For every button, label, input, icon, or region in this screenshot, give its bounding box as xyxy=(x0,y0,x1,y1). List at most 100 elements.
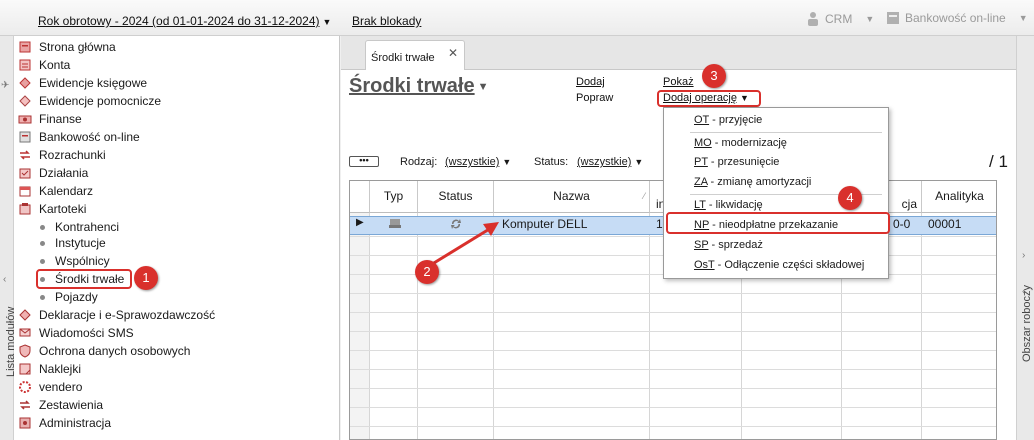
nav-item-ewidencje-pomocnicze[interactable]: Ewidencje pomocnicze xyxy=(18,92,161,110)
nav-item-vendero[interactable]: vendero xyxy=(18,378,82,396)
chevron-right-icon[interactable]: › xyxy=(1022,250,1025,261)
chevron-down-icon: ▼ xyxy=(1018,13,1028,23)
grid-line xyxy=(350,388,996,389)
nav-item-ochrona-danych[interactable]: Ochrona danych osobowych xyxy=(18,342,190,360)
show-link[interactable]: Pokaż xyxy=(663,76,694,88)
nav-item-deklaracje[interactable]: Deklaracje i e-Sprawozdawczość xyxy=(18,306,215,324)
nav-label: Wspólnicy xyxy=(55,254,110,268)
nav-item-rozrachunki[interactable]: Rozrachunki xyxy=(18,146,106,164)
nav-item-naklejki[interactable]: Naklejki xyxy=(18,360,81,378)
pin-icon[interactable]: ✈ xyxy=(1,80,9,91)
crm-label: CRM xyxy=(825,12,853,26)
crm-menu[interactable]: CRM ▼ xyxy=(806,11,874,27)
nav-item-strona-glowna[interactable]: Strona główna xyxy=(18,38,116,56)
reports-icon xyxy=(18,398,32,412)
nav-item-ewidencje-ksiegowe[interactable]: Ewidencje księgowe xyxy=(18,74,147,92)
chevron-left-icon[interactable]: ‹ xyxy=(3,274,6,285)
nav-label: Konta xyxy=(39,58,71,72)
nav-item-konta[interactable]: Konta xyxy=(18,56,70,74)
status-filter-label: Status: xyxy=(534,156,569,168)
nav-item-administracja[interactable]: Administracja xyxy=(18,414,111,432)
annotation-badge-2: 2 xyxy=(415,260,439,284)
highlight-add-operation xyxy=(657,90,761,107)
menu-item-text: - przyjęcie xyxy=(709,114,763,126)
lock-status-link[interactable]: Brak blokady xyxy=(352,14,421,28)
nav-item-kartoteki[interactable]: Kartoteki xyxy=(18,200,86,218)
bullet-icon xyxy=(40,258,45,264)
status-filter-value: (wszystkie) xyxy=(577,156,632,168)
nav-item-finanse[interactable]: Finanse xyxy=(18,110,82,128)
chevron-down-icon: ▼ xyxy=(322,17,332,27)
grid-column-nazwa xyxy=(494,213,650,439)
grid-line xyxy=(350,331,996,332)
tab-srodki-trwale[interactable]: Środki trwałe ✕ xyxy=(365,40,465,71)
nav-label: Rozrachunki xyxy=(39,148,106,162)
cell-amortyzacja[interactable]: 0-0 xyxy=(893,217,910,231)
nav-label: Kalendarz xyxy=(39,184,94,198)
nav-label: Pojazdy xyxy=(55,290,98,304)
menu-item-lt[interactable]: LT - likwidację xyxy=(694,199,763,211)
bullet-icon xyxy=(40,294,45,300)
cell-nr[interactable]: 1 xyxy=(656,217,663,231)
asset-type-icon xyxy=(388,218,402,233)
menu-item-key: MO xyxy=(694,137,712,149)
tab-bar: Środki trwałe ✕ xyxy=(341,36,1016,71)
column-header-status[interactable]: Status xyxy=(418,181,494,213)
menu-item-text: - Odłączenie części składowej xyxy=(714,259,865,271)
page-title[interactable]: Środki trwałe ▼ xyxy=(349,75,489,98)
grid-line xyxy=(350,369,996,370)
menu-item-za[interactable]: ZA - zmianę amortyzacji xyxy=(694,176,811,188)
menu-item-sp[interactable]: SP - sprzedaż xyxy=(694,239,763,251)
admin-icon xyxy=(18,416,32,430)
menu-item-key: SP xyxy=(694,239,709,251)
nav-label: Wiadomości SMS xyxy=(39,326,134,340)
grid-line xyxy=(350,293,996,294)
chevron-down-icon: ▼ xyxy=(865,14,875,24)
menu-item-ot[interactable]: OT - przyjęcie xyxy=(694,114,762,126)
more-options-button[interactable]: ••• xyxy=(349,156,379,167)
nav-item-instytucje[interactable]: Instytucje xyxy=(40,234,106,252)
chevron-down-icon: ▼ xyxy=(634,157,644,167)
column-header-typ[interactable]: Typ xyxy=(370,181,418,213)
nav-item-bankowosc[interactable]: Bankowość on-line xyxy=(18,128,140,146)
actions-icon xyxy=(18,166,32,180)
fiscal-year-selector[interactable]: Rok obrotowy - 2024 (od 01-01-2024 do 31… xyxy=(38,14,331,28)
module-list-strip[interactable]: ✈ ‹ Lista modułów xyxy=(0,36,17,440)
crm-icon xyxy=(808,12,818,26)
menu-item-mo[interactable]: MO - modernizację xyxy=(694,137,787,149)
highlight-menu-item-np xyxy=(666,212,890,234)
page-title-text: Środki trwałe xyxy=(349,75,475,97)
nav-item-wspolnicy[interactable]: Wspólnicy xyxy=(40,252,110,270)
data-protection-icon xyxy=(18,344,32,358)
menu-item-pt[interactable]: PT - przesunięcie xyxy=(694,156,779,168)
nav-item-pojazdy[interactable]: Pojazdy xyxy=(40,288,98,306)
menu-item-key: LT xyxy=(694,199,706,211)
menu-item-ost[interactable]: OsT - Odłączenie części składowej xyxy=(694,259,864,271)
banking-menu[interactable]: Bankowość on-line ▼ xyxy=(886,11,1028,25)
declarations-icon xyxy=(18,308,32,322)
cell-analityka[interactable]: 00001 xyxy=(928,217,961,231)
close-icon[interactable]: ✕ xyxy=(448,46,458,60)
workspace-strip[interactable]: › ‹ Obszar roboczy xyxy=(1016,36,1034,440)
nav-label: vendero xyxy=(39,380,83,394)
nav-item-sms[interactable]: Wiadomości SMS xyxy=(18,324,134,342)
cell-nazwa[interactable]: Komputer DELL xyxy=(502,217,587,231)
chevron-down-icon: ▼ xyxy=(477,80,489,93)
edit-link[interactable]: Popraw xyxy=(576,92,613,104)
status-filter-select[interactable]: (wszystkie) ▼ xyxy=(577,156,643,168)
ledger-icon xyxy=(18,76,32,90)
add-link[interactable]: Dodaj xyxy=(576,76,605,88)
nav-item-kalendarz[interactable]: Kalendarz xyxy=(18,182,93,200)
column-header-nazwa[interactable]: Nazwa ⁄ xyxy=(494,181,650,213)
nav-item-zestawienia[interactable]: Zestawienia xyxy=(18,396,103,414)
top-bar: Rok obrotowy - 2024 (od 01-01-2024 do 31… xyxy=(0,0,1034,36)
nav-item-dzialania[interactable]: Działania xyxy=(18,164,88,182)
home-icon xyxy=(18,40,32,54)
tab-label: Środki trwałe xyxy=(371,52,435,64)
column-header-analityka[interactable]: Analityka xyxy=(922,181,996,213)
annotation-badge-3: 3 xyxy=(702,64,726,88)
annotation-badge-1: 1 xyxy=(134,266,158,290)
type-filter-select[interactable]: (wszystkie) ▼ xyxy=(445,156,511,168)
banking-label: Bankowość on-line xyxy=(905,11,1006,25)
bank-icon xyxy=(18,130,32,144)
